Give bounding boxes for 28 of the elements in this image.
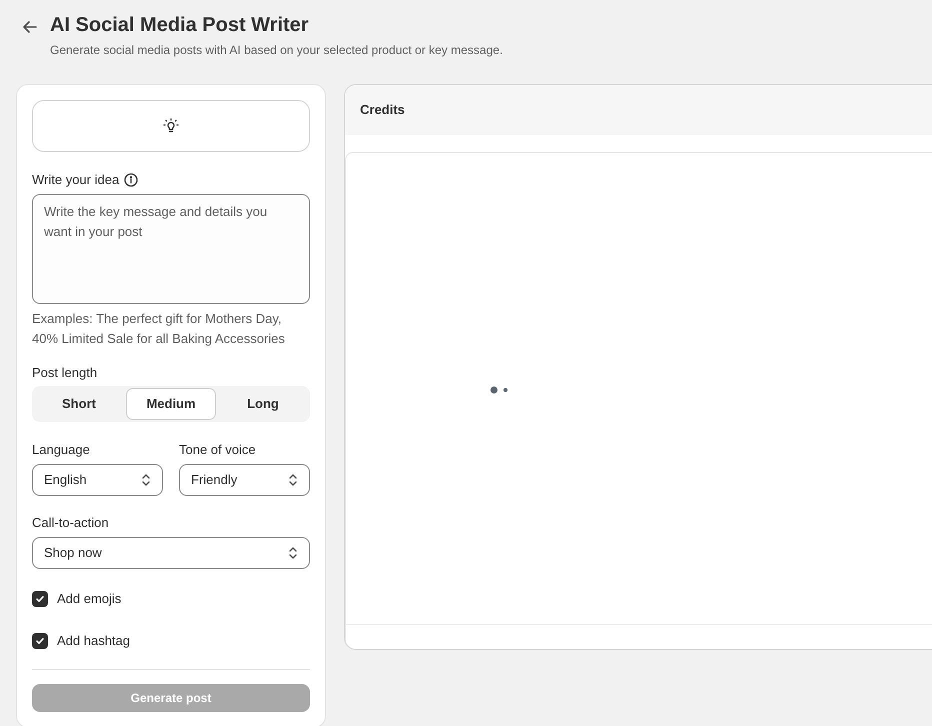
language-select[interactable]: English <box>32 464 163 496</box>
checkbox-label: Add hashtag <box>57 633 130 649</box>
back-arrow-icon <box>22 20 38 34</box>
preview-title: Credits <box>360 101 405 120</box>
cta-label: Call-to-action <box>32 515 110 531</box>
tone-label: Tone of voice <box>179 442 257 458</box>
post-length-option[interactable]: Long <box>218 388 308 420</box>
check-icon <box>35 594 45 604</box>
idea-examples: Examples: The perfect gift for Mothers Day, 40% Limited Sale for all Baking Accessories <box>32 310 286 348</box>
idea-label: Write your idea <box>32 172 120 188</box>
info-icon <box>124 173 138 187</box>
chevron-up-down-icon <box>141 473 151 487</box>
checkbox[interactable] <box>32 633 48 649</box>
post-length-option[interactable]: Medium <box>126 388 216 420</box>
cta-select[interactable]: Shop now <box>32 537 310 569</box>
tone-select[interactable]: Friendly <box>179 464 310 496</box>
chevron-up-down-icon <box>288 546 298 560</box>
checkbox[interactable] <box>32 591 48 607</box>
page-subtitle: Generate social media posts with AI based on your selected product or key message. <box>50 42 503 59</box>
idea-field[interactable]: Write the key message and details you want in your post <box>32 194 310 304</box>
chevron-up-down-icon <box>288 473 298 487</box>
checkbox-label: Add emojis <box>57 591 122 607</box>
post-length-option[interactable]: Short <box>34 388 124 420</box>
lightbulb-icon <box>163 118 179 134</box>
language-label: Language <box>32 442 91 458</box>
post-length-label: Post length <box>32 365 98 381</box>
check-icon <box>35 636 45 646</box>
page-title: AI Social Media Post Writer <box>50 13 310 38</box>
